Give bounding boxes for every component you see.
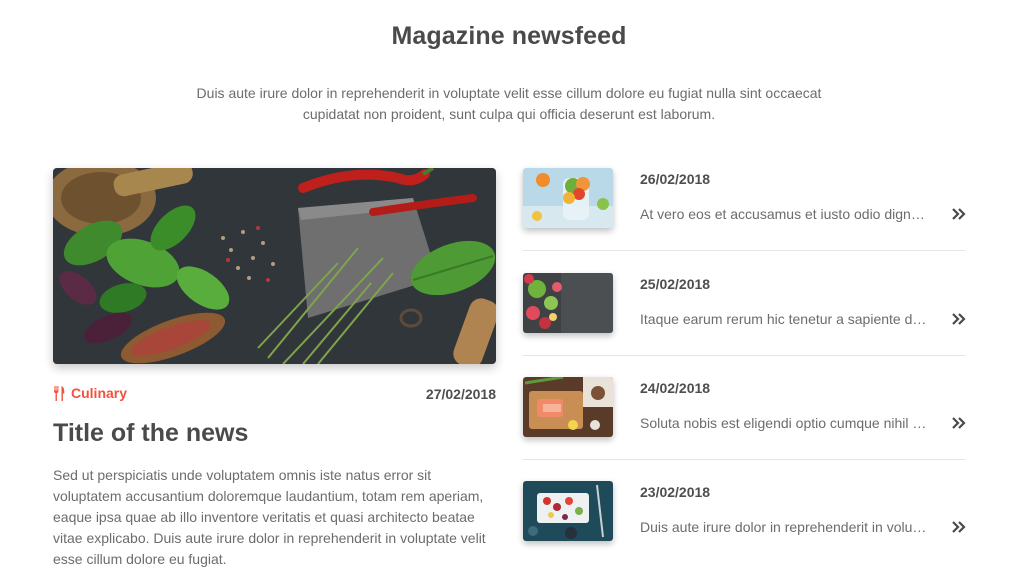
double-chevron-right-icon[interactable] [951,415,967,431]
page-title: Magazine newsfeed [391,22,627,50]
double-chevron-right-icon[interactable] [951,311,967,327]
news-thumbnail[interactable] [523,168,613,228]
intro-text: Duis aute irure dolor in reprehenderit i… [196,85,822,122]
news-excerpt[interactable]: Duis aute irure dolor in reprehenderit i… [640,519,927,535]
news-excerpt[interactable]: Soluta nobis est eligendi optio cumque n… [640,415,927,431]
news-thumbnail[interactable] [523,377,613,437]
featured-date: 27/02/2018 [425,386,496,402]
news-excerpt[interactable]: Itaque earum rerum hic tenetur a sapient… [640,311,927,327]
news-thumbnail[interactable] [523,481,613,541]
news-item[interactable]: 23/02/2018 Duis aute irure dolor in repr… [523,481,967,585]
featured-title[interactable]: Title of the news [53,419,248,448]
category-name: Culinary [71,385,128,401]
news-thumbnail[interactable] [523,273,613,333]
featured-image[interactable] [53,168,496,364]
news-date: 25/02/2018 [640,276,711,292]
news-item[interactable]: 25/02/2018 Itaque earum rerum hic tenetu… [523,273,967,377]
category-label[interactable]: Culinary [53,384,127,402]
news-excerpt[interactable]: At vero eos et accusamus et iusto odio d… [640,206,927,222]
news-date: 23/02/2018 [640,484,711,500]
divider [523,459,965,460]
divider [523,355,965,356]
divider [523,250,965,251]
double-chevron-right-icon[interactable] [951,206,967,222]
news-item[interactable]: 26/02/2018 At vero eos et accusamus et i… [523,168,967,272]
double-chevron-right-icon[interactable] [951,519,967,535]
news-date: 24/02/2018 [640,380,711,396]
news-date: 26/02/2018 [640,171,711,187]
news-item[interactable]: 24/02/2018 Soluta nobis est eligendi opt… [523,377,967,481]
featured-text: Sed ut perspiciatis unde voluptatem omni… [53,467,486,567]
utensils-icon [53,385,65,401]
